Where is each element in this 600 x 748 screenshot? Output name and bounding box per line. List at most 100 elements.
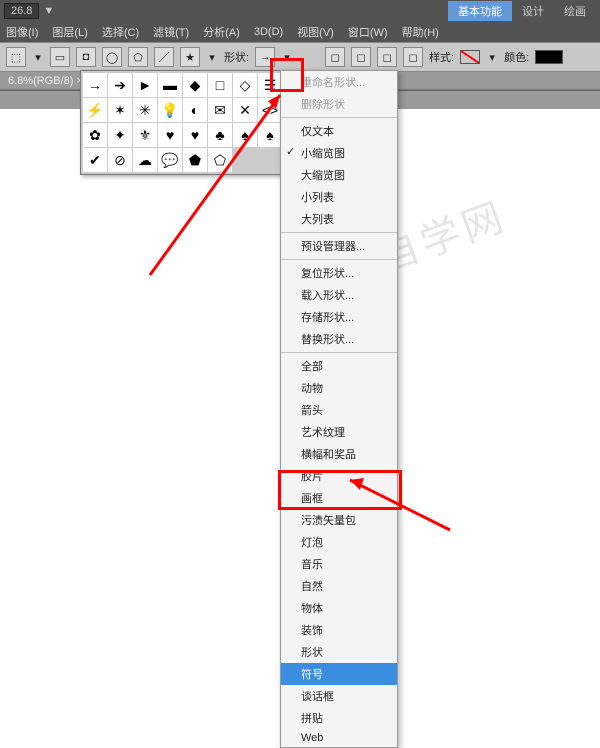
shape-cell[interactable]: □ [208, 73, 232, 97]
menuitem-load[interactable]: 载入形状... [281, 284, 397, 306]
zoom-value[interactable]: 26.8 [4, 3, 39, 19]
document-tab[interactable]: 6.8%(RGB/8) × [8, 75, 83, 87]
menuitem-large-thumb[interactable]: 大缩览图 [281, 164, 397, 186]
shape-cell[interactable]: ⚜ [133, 123, 157, 147]
shape-polygon-icon[interactable]: ⬠ [128, 47, 148, 67]
menuitem-small-list[interactable]: 小列表 [281, 186, 397, 208]
shape-cell[interactable]: ♥ [183, 123, 207, 147]
options-bar: ⬚ ▾ ▭ ◘ ◯ ⬠ ／ ★ ▾ 形状: → ▾ ◻ ◻ ◻ ◻ 样式: ▾ … [0, 42, 600, 72]
menu-filter[interactable]: 滤镜(T) [153, 24, 189, 40]
shape-dropdown-icon[interactable]: ▾ [281, 51, 293, 64]
menuitem-delete: 删除形状 [281, 93, 397, 115]
menuitem-objects[interactable]: 物体 [281, 597, 397, 619]
pathop-icon[interactable]: ◻ [403, 47, 423, 67]
shape-roundrect-icon[interactable]: ◘ [76, 47, 96, 67]
menuitem-ornaments[interactable]: 装饰 [281, 619, 397, 641]
menu-3d[interactable]: 3D(D) [254, 26, 283, 38]
shape-cell[interactable]: ◆ [183, 73, 207, 97]
menuitem-large-list[interactable]: 大列表 [281, 208, 397, 230]
tool-preset-icon[interactable]: ⬚ [6, 47, 26, 67]
shape-cell[interactable]: ✕ [233, 98, 257, 122]
menu-help[interactable]: 帮助(H) [402, 24, 439, 40]
shape-context-menu: 重命名形状... 删除形状 仅文本 小缩览图 大缩览图 小列表 大列表 预设管理… [280, 70, 398, 748]
style-label: 样式: [429, 49, 454, 65]
menuitem-bulbs[interactable]: 灯泡 [281, 531, 397, 553]
menuitem-all[interactable]: 全部 [281, 355, 397, 377]
shape-cell[interactable]: ☁ [133, 148, 157, 172]
shape-cell[interactable]: ▬ [158, 73, 182, 97]
shape-cell[interactable]: ◐ [183, 98, 207, 122]
shape-cell[interactable]: ♥ [158, 123, 182, 147]
shape-picker-panel: →➔►▬◆□◇☰⚡✶✳💡◐✉✕<>✿✦⚜♥♥♣♠♠✔⊘☁💬⬟⬠ ▶ [80, 70, 285, 175]
shape-cell[interactable]: ◇ [233, 73, 257, 97]
style-none-icon[interactable] [460, 50, 480, 64]
menuitem-nature[interactable]: 自然 [281, 575, 397, 597]
dropdown-icon[interactable]: ▾ [206, 51, 218, 64]
menuitem-textonly[interactable]: 仅文本 [281, 120, 397, 142]
menu-window[interactable]: 窗口(W) [348, 24, 388, 40]
menuitem-talk[interactable]: 谈话框 [281, 685, 397, 707]
menuitem-artistic[interactable]: 艺术纹理 [281, 421, 397, 443]
pathop-icon[interactable]: ◻ [377, 47, 397, 67]
shape-label: 形状: [224, 49, 249, 65]
shape-cell[interactable]: ✉ [208, 98, 232, 122]
shape-cell[interactable]: ⬠ [208, 148, 232, 172]
menuitem-preset-mgr[interactable]: 预设管理器... [281, 235, 397, 257]
menuitem-rename: 重命名形状... [281, 71, 397, 93]
menuitem-banners[interactable]: 横幅和奖品 [281, 443, 397, 465]
shape-rect-icon[interactable]: ▭ [50, 47, 70, 67]
menu-select[interactable]: 选择(C) [102, 24, 139, 40]
shape-cell[interactable]: ⚡ [83, 98, 107, 122]
menuitem-frames[interactable]: 画框 [281, 487, 397, 509]
shape-line-icon[interactable]: ／ [154, 47, 174, 67]
shape-cell[interactable]: ➔ [108, 73, 132, 97]
shape-cell[interactable]: ⬟ [183, 148, 207, 172]
menuitem-web[interactable]: Web [281, 729, 397, 747]
menuitem-grime[interactable]: 污渍矢量包 [281, 509, 397, 531]
menuitem-film[interactable]: 胶片 [281, 465, 397, 487]
menuitem-shapes[interactable]: 形状 [281, 641, 397, 663]
shape-ellipse-icon[interactable]: ◯ [102, 47, 122, 67]
pathop-icon[interactable]: ◻ [325, 47, 345, 67]
shape-cell[interactable]: 💬 [158, 148, 182, 172]
menuitem-symbols[interactable]: 符号 [281, 663, 397, 685]
shape-cell[interactable]: ✦ [108, 123, 132, 147]
shape-cell[interactable]: <> [258, 98, 282, 122]
menu-layer[interactable]: 图层(L) [52, 24, 87, 40]
menu-analysis[interactable]: 分析(A) [203, 24, 240, 40]
dropdown-icon[interactable]: ▾ [32, 51, 44, 64]
style-dropdown-icon[interactable]: ▾ [486, 51, 498, 64]
menuitem-arrows[interactable]: 箭头 [281, 399, 397, 421]
workspace-tab-basic[interactable]: 基本功能 [448, 1, 512, 21]
menu-bar: 图像(I) 图层(L) 选择(C) 滤镜(T) 分析(A) 3D(D) 视图(V… [0, 22, 600, 42]
menuitem-music[interactable]: 音乐 [281, 553, 397, 575]
workspace-tab-paint[interactable]: 绘画 [554, 1, 596, 21]
color-label: 颜色: [504, 49, 529, 65]
shape-cell[interactable]: ✶ [108, 98, 132, 122]
menu-image[interactable]: 图像(I) [6, 24, 38, 40]
shape-cell[interactable]: ✔ [83, 148, 107, 172]
workspace-tab-design[interactable]: 设计 [512, 1, 554, 21]
shape-cell[interactable]: → [83, 73, 107, 97]
zoom-dropdown-icon[interactable]: ▼ [43, 5, 54, 17]
shape-cell[interactable]: ✳ [133, 98, 157, 122]
shape-cell[interactable]: ♠ [233, 123, 257, 147]
shape-cell[interactable]: ✿ [83, 123, 107, 147]
menuitem-small-thumb[interactable]: 小缩览图 [281, 142, 397, 164]
current-shape-preview[interactable]: → [255, 47, 275, 67]
color-swatch[interactable] [535, 50, 563, 64]
shape-cell[interactable]: ☰ [258, 73, 282, 97]
pathop-icon[interactable]: ◻ [351, 47, 371, 67]
shape-cell[interactable]: 💡 [158, 98, 182, 122]
shape-cell[interactable]: ♣ [208, 123, 232, 147]
menuitem-replace[interactable]: 替换形状... [281, 328, 397, 350]
shape-custom-icon[interactable]: ★ [180, 47, 200, 67]
shape-cell[interactable]: ► [133, 73, 157, 97]
menuitem-animals[interactable]: 动物 [281, 377, 397, 399]
menuitem-reset[interactable]: 复位形状... [281, 262, 397, 284]
menu-view[interactable]: 视图(V) [297, 24, 334, 40]
shape-cell[interactable]: ♠ [258, 123, 282, 147]
menuitem-save[interactable]: 存储形状... [281, 306, 397, 328]
menuitem-tiles[interactable]: 拼贴 [281, 707, 397, 729]
shape-cell[interactable]: ⊘ [108, 148, 132, 172]
